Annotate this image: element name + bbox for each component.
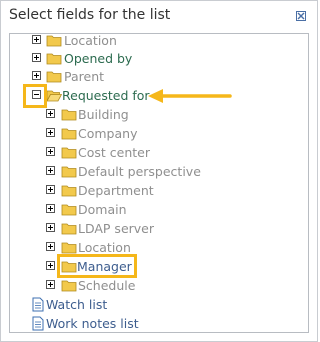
expand-button[interactable] bbox=[46, 280, 55, 289]
tree-item-label: Requested for bbox=[62, 88, 150, 103]
tree-item-schedule[interactable]: Schedule bbox=[10, 276, 308, 295]
arrow-left-icon bbox=[148, 89, 232, 103]
expand-button[interactable] bbox=[46, 147, 55, 156]
tree-item-label: Department bbox=[78, 183, 154, 198]
expand-button[interactable] bbox=[46, 109, 55, 118]
expand-button[interactable] bbox=[32, 35, 41, 44]
tree-item-label: LDAP server bbox=[78, 221, 155, 236]
tree-item-label: Opened by bbox=[64, 51, 133, 66]
tree-item-label: Building bbox=[78, 107, 129, 122]
dialog-title: Select fields for the list bbox=[9, 7, 171, 23]
expand-button[interactable] bbox=[46, 223, 55, 232]
close-icon bbox=[297, 12, 305, 20]
folder-icon bbox=[46, 53, 62, 65]
tree-item-manager[interactable]: Manager bbox=[10, 257, 308, 276]
expand-button[interactable] bbox=[46, 128, 55, 137]
open-folder-icon bbox=[46, 90, 62, 102]
folder-icon bbox=[46, 71, 62, 83]
folder-icon bbox=[61, 280, 77, 292]
tree-item-parent[interactable]: Parent bbox=[10, 67, 308, 86]
folder-icon bbox=[61, 223, 77, 235]
folder-icon bbox=[61, 204, 77, 216]
expand-button[interactable] bbox=[46, 261, 55, 270]
tree-item-label: Domain bbox=[78, 202, 127, 217]
field-tree[interactable]: Location Opened by Parent Requested for … bbox=[9, 33, 309, 333]
tree-item-label: Watch list bbox=[46, 297, 108, 312]
tree-item-department[interactable]: Department bbox=[10, 181, 308, 200]
tree-item-label: Schedule bbox=[78, 278, 136, 293]
expand-button[interactable] bbox=[46, 166, 55, 175]
document-icon bbox=[32, 297, 44, 312]
tree-item-building[interactable]: Building bbox=[10, 105, 308, 124]
folder-icon bbox=[61, 166, 77, 178]
expand-button[interactable] bbox=[46, 185, 55, 194]
tree-item-label: Default perspective bbox=[78, 164, 201, 179]
manager-highlight bbox=[57, 254, 137, 278]
tree-item-domain[interactable]: Domain bbox=[10, 200, 308, 219]
folder-icon bbox=[61, 185, 77, 197]
folder-icon bbox=[61, 128, 77, 140]
close-button[interactable] bbox=[296, 11, 306, 21]
tree-item-location-child[interactable]: Location bbox=[10, 238, 308, 257]
expand-button[interactable] bbox=[46, 204, 55, 213]
tree-item-opened-by[interactable]: Opened by bbox=[10, 49, 308, 68]
folder-icon bbox=[61, 242, 77, 254]
folder-icon bbox=[61, 109, 77, 121]
tree-item-label: Work notes list bbox=[46, 316, 139, 331]
tree-item-cost-center[interactable]: Cost center bbox=[10, 143, 308, 162]
expand-button[interactable] bbox=[46, 242, 55, 251]
tree-item-label: Parent bbox=[64, 69, 105, 84]
document-icon bbox=[32, 316, 44, 331]
tree-item-watch-list[interactable]: Watch list bbox=[10, 295, 308, 314]
tree-item-label: Company bbox=[78, 126, 138, 141]
tree-item-work-notes-list[interactable]: Work notes list bbox=[10, 314, 308, 332]
tree-item-default-perspective[interactable]: Default perspective bbox=[10, 162, 308, 181]
tree-item-location[interactable]: Location bbox=[10, 33, 308, 50]
tree-item-company[interactable]: Company bbox=[10, 124, 308, 143]
select-fields-dialog: Select fields for the list Location Open… bbox=[0, 0, 318, 342]
tree-item-label: Location bbox=[64, 33, 117, 48]
tree-item-label: Cost center bbox=[78, 145, 150, 160]
expand-button[interactable] bbox=[32, 53, 41, 62]
tree-item-ldap-server[interactable]: LDAP server bbox=[10, 219, 308, 238]
folder-icon bbox=[46, 35, 62, 47]
folder-icon bbox=[61, 147, 77, 159]
expand-button[interactable] bbox=[32, 71, 41, 80]
